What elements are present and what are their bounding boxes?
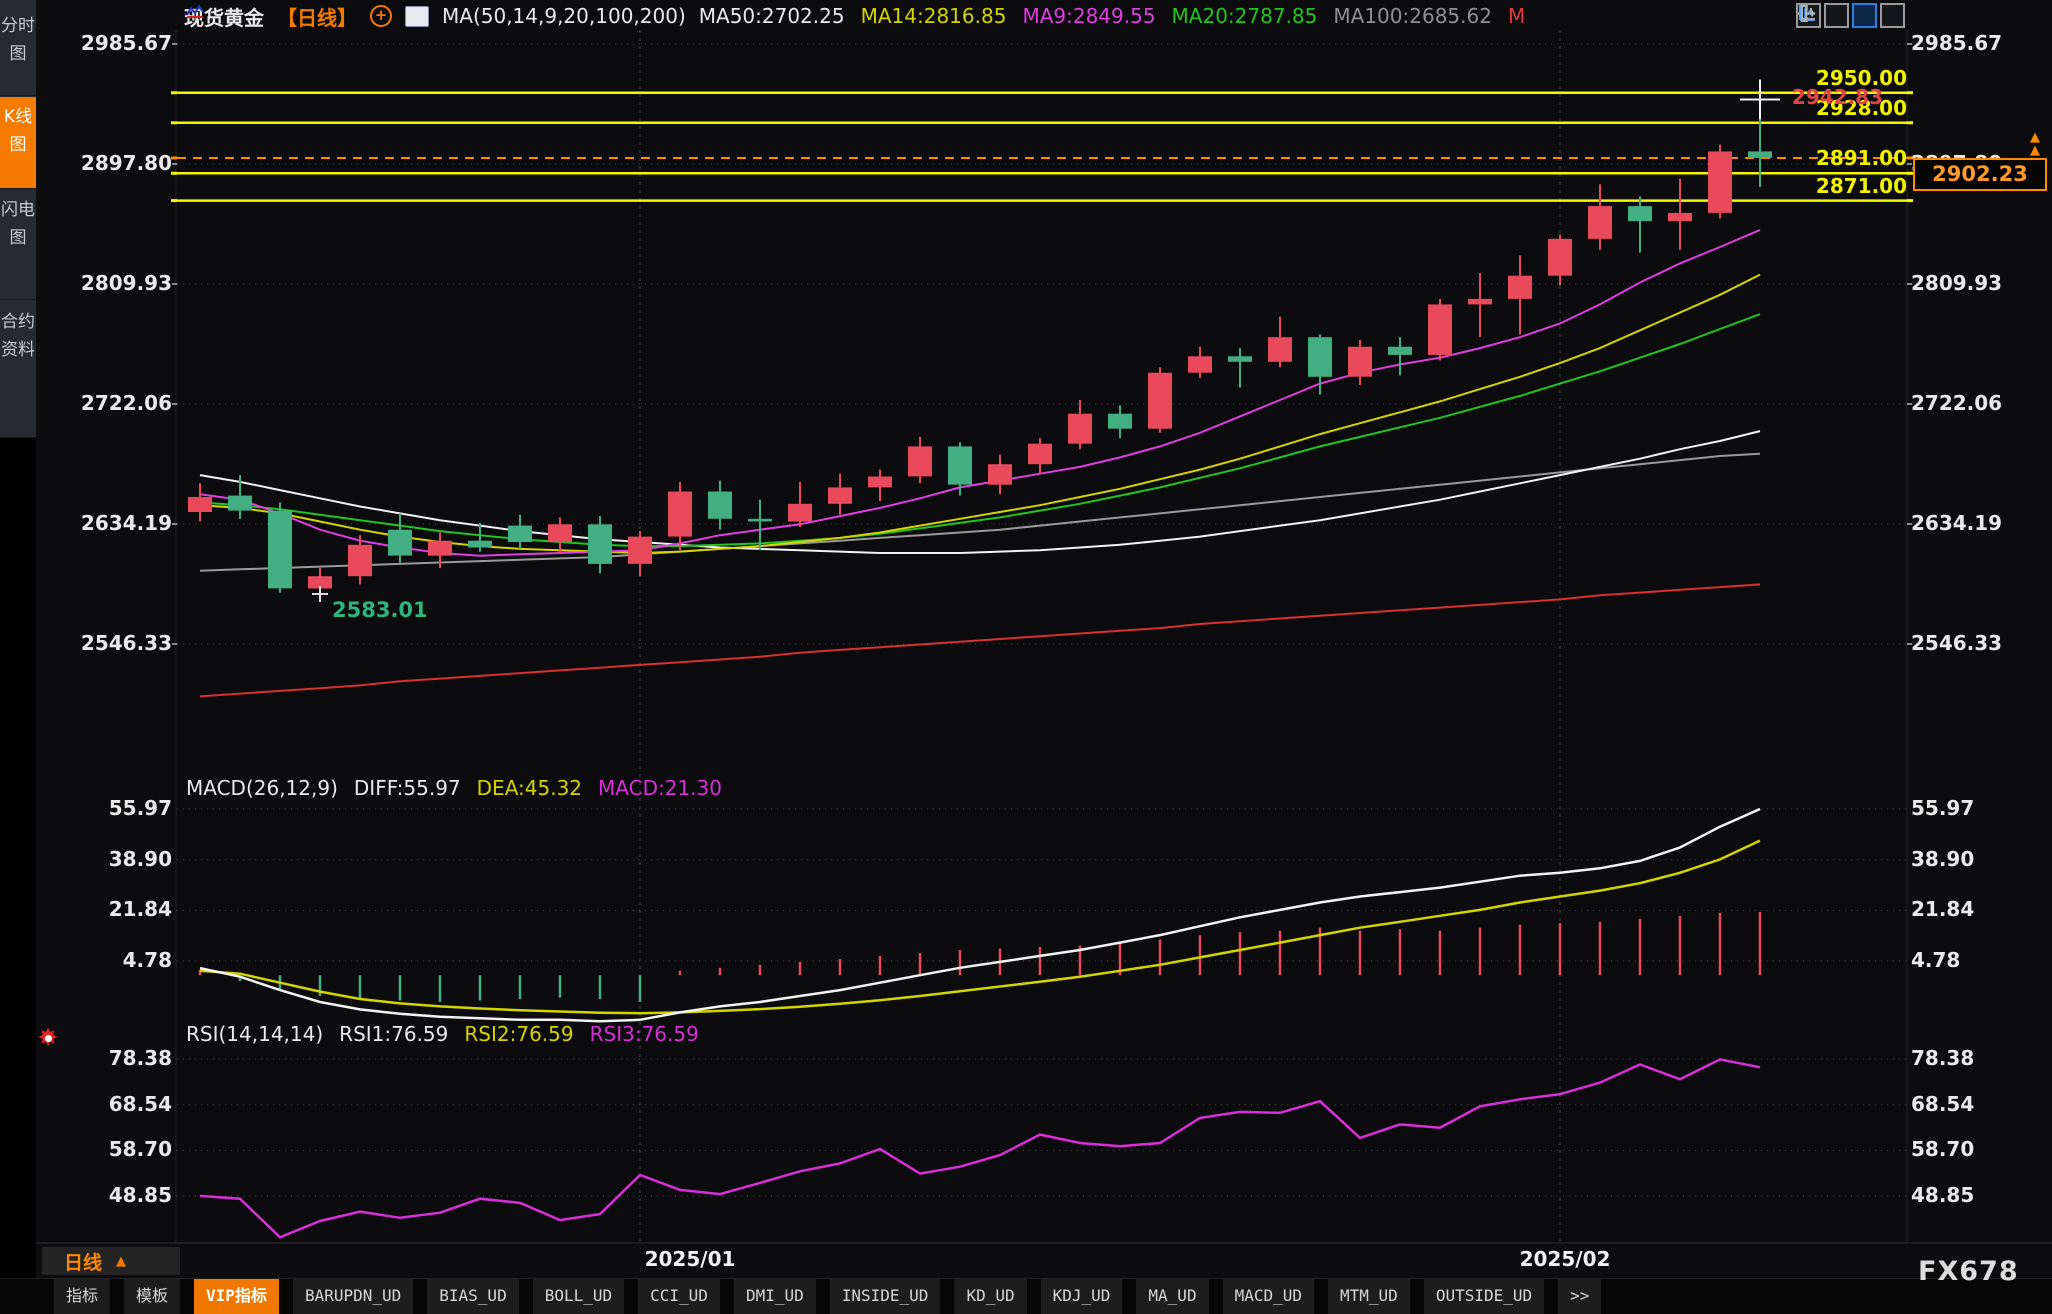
indicator-tab-9[interactable]: INSIDE_UD (830, 1279, 941, 1314)
macd-axis-label-right: 38.90 (1911, 847, 1974, 871)
macd-title: MACD(26,12,9) (186, 776, 338, 800)
period-row: 日线 ▲ (36, 1244, 2052, 1277)
period-tag[interactable]: 【日线】 (277, 2, 357, 31)
rsi-header: RSI(14,14,14) RSI1:76.59 RSI2:76.59 RSI3… (186, 1022, 699, 1046)
indicator-tab-3[interactable]: VIP指标 (194, 1279, 279, 1314)
ma-value: MA14:2816.85 (861, 4, 1007, 28)
macd-macd-value: MACD:21.30 (598, 776, 722, 800)
macd-axis-label-right: 21.84 (1911, 897, 1974, 921)
ma-value: MA50:2702.25 (699, 4, 845, 28)
sidebar-item-4[interactable]: 合约资料 (0, 302, 36, 438)
macd-axis-label-left: 55.97 (60, 796, 172, 820)
sidebar-item-1[interactable]: 分时图 (0, 6, 36, 96)
rsi-title: RSI(14,14,14) (186, 1022, 323, 1046)
indicator-tab-13[interactable]: MACD_UD (1223, 1279, 1314, 1314)
symbol-name: 现货黄金 (184, 2, 264, 31)
indicator-tab-6[interactable]: BOLL_UD (533, 1279, 624, 1314)
indicator-tab-5[interactable]: BIAS_UD (427, 1279, 518, 1314)
sidebar-item-2[interactable]: K线图 (0, 97, 36, 189)
indicator-tab-2[interactable]: 模板 (124, 1279, 180, 1314)
macd-diff-value: DIFF:55.97 (354, 776, 461, 800)
indicator-tab-15[interactable]: OUTSIDE_UD (1424, 1279, 1544, 1314)
indicator-tab-1[interactable]: 指标 (54, 1279, 110, 1314)
price-axis-label-right: 2722.06 (1911, 391, 2002, 415)
chart-toolbar (1796, 3, 1905, 28)
indicator-tab-7[interactable]: CCI_UD (638, 1279, 720, 1314)
current-price-box: 2902.23 (1913, 158, 2047, 191)
macd-axis-label-right: 4.78 (1911, 948, 1960, 972)
add-compare-icon[interactable]: + (370, 5, 392, 27)
level-line-label: 2891.00 (1727, 146, 1907, 170)
price-up-arrows-icon: ▲▲ (2030, 131, 2040, 157)
ma-value: MA20:2787.85 (1172, 4, 1318, 28)
indicator-tab-12[interactable]: MA_UD (1136, 1279, 1208, 1314)
rsi-axis-label-right: 78.38 (1911, 1046, 1974, 1070)
price-axis-label-left: 2897.80 (60, 151, 172, 175)
period-arrow-icon: ▲ (116, 1254, 126, 1269)
ma-values: MA50:2702.25 MA14:2816.85 MA9:2849.55 MA20:… (699, 4, 1525, 28)
macd-axis-label-left: 4.78 (60, 948, 172, 972)
chart-type-icon[interactable] (405, 6, 429, 27)
rsi-axis-label-left: 58.70 (60, 1137, 172, 1161)
macd-axis-label-left: 21.84 (60, 897, 172, 921)
watermark: FX678 (1918, 1256, 2019, 1287)
alarm-flash-icon[interactable]: ✸ (34, 1024, 62, 1052)
trading-terminal: 分时图K线图闪电图合约资料 现货黄金 【日线】 + MA(50,14,9,20,… (0, 0, 2052, 1314)
marked-low-label: 2583.01 (332, 598, 428, 622)
level-line-label: 2871.00 (1727, 174, 1907, 198)
indicator-tab-11[interactable]: KDJ_UD (1041, 1279, 1123, 1314)
macd-axis-label-right: 55.97 (1911, 796, 1974, 820)
session-high-label: 2942.83 (1703, 85, 1883, 109)
chart-header: 现货黄金 【日线】 + MA(50,14,9,20,100,200) MA50:… (184, 2, 1525, 30)
rsi1-value: RSI1:76.59 (339, 1022, 448, 1046)
rsi-axis-label-right: 68.54 (1911, 1092, 1974, 1116)
rsi-axis-label-left: 78.38 (60, 1046, 172, 1070)
price-axis-label-left: 2546.33 (60, 631, 172, 655)
sidebar: 分时图K线图闪电图合约资料 (0, 0, 36, 1314)
rsi-axis-label-right: 48.85 (1911, 1183, 1974, 1207)
macd-dea-value: DEA:45.32 (477, 776, 582, 800)
price-axis-label-left: 2809.93 (60, 271, 172, 295)
price-axis-label-left: 2634.19 (60, 511, 172, 535)
sidebar-item-3[interactable]: 闪电图 (0, 190, 36, 300)
pan-crosshair-icon[interactable] (1796, 3, 1821, 28)
rsi-axis-label-right: 58.70 (1911, 1137, 1974, 1161)
period-selector[interactable]: 日线 ▲ (42, 1247, 180, 1275)
indicator-tab-4[interactable]: BARUPDN_UD (293, 1279, 413, 1314)
indicator-tab-8[interactable]: DMI_UD (734, 1279, 816, 1314)
rsi2-value: RSI2:76.59 (464, 1022, 573, 1046)
rsi-axis-label-left: 68.54 (60, 1092, 172, 1116)
indicator-tabbar: 指标模板 VIP指标 BARUPDN_UD BIAS_UD BOLL_UD CCI_UD D… (0, 1278, 2052, 1314)
auto-scroll-icon[interactable] (1852, 3, 1877, 28)
price-axis-label-right: 2985.67 (1911, 31, 2002, 55)
ma-value: M (1508, 4, 1525, 28)
indicator-tab-14[interactable]: MTM_UD (1328, 1279, 1410, 1314)
price-axis-label-left: 2722.06 (60, 391, 172, 415)
ma-value: MA9:2849.55 (1022, 4, 1155, 28)
price-axis-label-right: 2809.93 (1911, 271, 2002, 295)
macd-axis-label-left: 38.90 (60, 847, 172, 871)
rsi-axis-label-left: 48.85 (60, 1183, 172, 1207)
macd-header: MACD(26,12,9) DIFF:55.97 DEA:45.32 MACD:… (186, 776, 722, 800)
ma-group-label: MA(50,14,9,20,100,200) (442, 4, 686, 28)
price-axis-label-left: 2985.67 (60, 31, 172, 55)
indicator-tab-10[interactable]: KD_UD (954, 1279, 1026, 1314)
bar-shift-icon[interactable] (1880, 3, 1905, 28)
price-axis-label-right: 2546.33 (1911, 631, 2002, 655)
axis-scale-icon[interactable] (1824, 3, 1849, 28)
period-label: 日线 (64, 1248, 102, 1275)
price-axis-label-right: 2634.19 (1911, 511, 2002, 535)
rsi3-value: RSI3:76.59 (590, 1022, 699, 1046)
ma-value: MA100:2685.62 (1333, 4, 1492, 28)
indicator-tab-16[interactable]: >> (1558, 1279, 1601, 1314)
